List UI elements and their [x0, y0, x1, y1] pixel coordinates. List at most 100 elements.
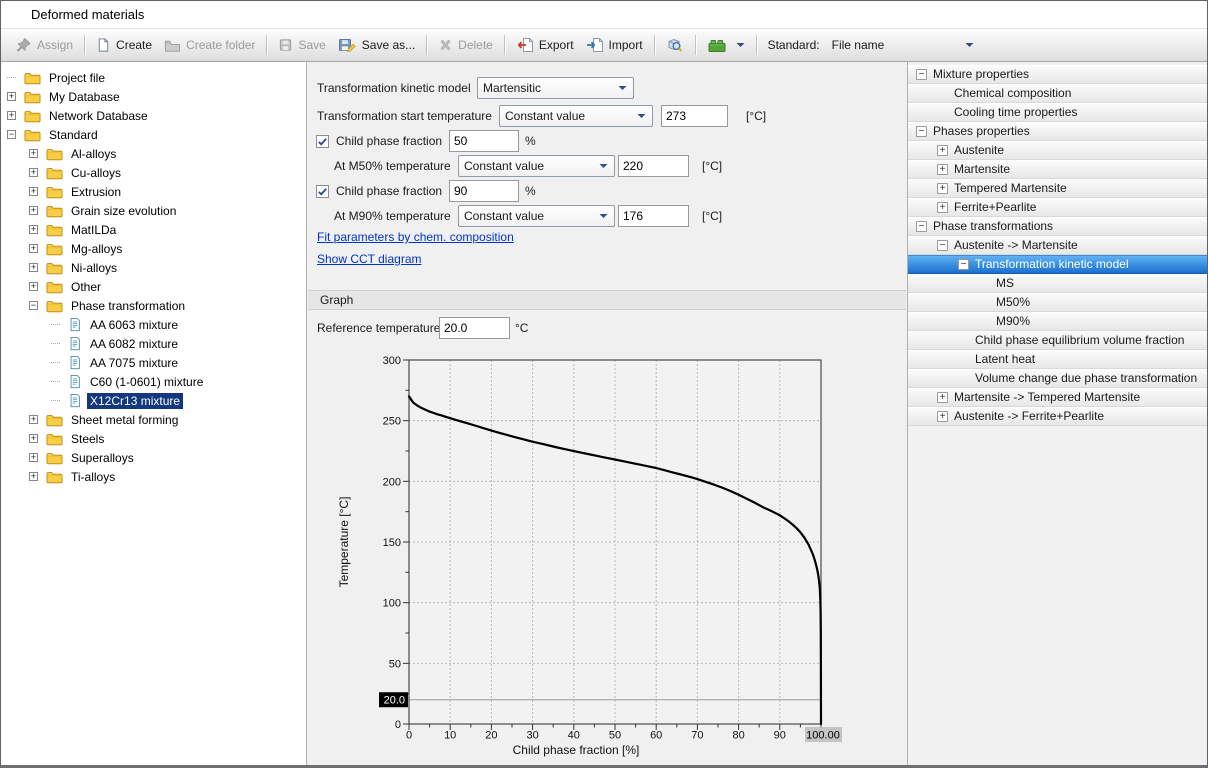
tree-item-cu-alloys[interactable]: +Cu-alloys — [1, 163, 306, 182]
tree-item-aa-7075-mixture[interactable]: AA 7075 mixture — [1, 353, 306, 372]
reference-temp-input[interactable] — [439, 317, 510, 339]
nav-item-transformation-kinetic-model[interactable]: −Transformation kinetic model — [908, 255, 1208, 274]
expand-plus-icon[interactable]: + — [29, 263, 38, 272]
folder-icon — [46, 413, 63, 427]
expand-plus-icon[interactable]: + — [29, 434, 38, 443]
tree-item-network-database[interactable]: +Network Database — [1, 106, 306, 125]
collapse-minus-icon[interactable]: − — [916, 221, 927, 232]
new-folder-button[interactable]: Create folder — [158, 35, 261, 56]
tree-item-c60-1-0601-mixture[interactable]: C60 (1-0601) mixture — [1, 372, 306, 391]
tree-item-sheet-metal-forming[interactable]: +Sheet metal forming — [1, 410, 306, 429]
nav-item-austenite[interactable]: +Austenite — [908, 141, 1208, 160]
expand-plus-icon[interactable]: + — [937, 202, 948, 213]
preview-button[interactable] — [660, 34, 690, 56]
nav-item-phases-properties[interactable]: −Phases properties — [908, 122, 1208, 141]
nav-item-martensite-tempered-martensite[interactable]: +Martensite -> Tempered Martensite — [908, 388, 1208, 407]
expand-plus-icon[interactable]: + — [29, 206, 38, 215]
nav-item-m50-[interactable]: M50% — [908, 293, 1208, 312]
tree-item-standard[interactable]: − Standard — [1, 125, 306, 144]
expand-plus-icon[interactable]: + — [937, 183, 948, 194]
child-phase-fraction-90-checkbox[interactable] — [316, 185, 329, 198]
tree-item-x12cr13-mixture[interactable]: X12Cr13 mixture — [1, 391, 306, 410]
tree-item-label: Extrusion — [68, 184, 124, 200]
kinetic-model-select[interactable]: Martensitic — [477, 77, 634, 99]
fit-parameters-link[interactable]: Fit parameters by chem. composition — [317, 230, 514, 244]
expand-plus-icon[interactable]: + — [7, 92, 16, 101]
nav-item-austenite-ferrite-pearlite[interactable]: +Austenite -> Ferrite+Pearlite — [908, 407, 1208, 426]
m50-temp-mode-select[interactable]: Constant value — [458, 155, 615, 177]
pin-button[interactable]: Assign — [9, 34, 79, 56]
expand-plus-icon[interactable]: + — [29, 225, 38, 234]
nav-item-ferrite-pearlite[interactable]: +Ferrite+Pearlite — [908, 198, 1208, 217]
tree-item-label: Standard — [46, 127, 101, 143]
m50-temp-input[interactable] — [618, 155, 689, 177]
nav-item-volume-change-due-phase-transformation[interactable]: Volume change due phase transformation — [908, 369, 1208, 388]
tree-item-other[interactable]: +Other — [1, 277, 306, 296]
tree-item-phase-transformation[interactable]: −Phase transformation — [1, 296, 306, 315]
save-button[interactable]: Save — [272, 34, 331, 56]
collapse-minus-icon[interactable]: − — [29, 301, 38, 310]
expand-plus-icon[interactable]: + — [29, 282, 38, 291]
expand-plus-icon[interactable]: + — [29, 149, 38, 158]
child-phase-fraction-50-checkbox[interactable] — [316, 135, 329, 148]
expand-plus-icon[interactable]: + — [29, 415, 38, 424]
expand-plus-icon[interactable]: + — [29, 472, 38, 481]
show-cct-diagram-link[interactable]: Show CCT diagram — [317, 252, 421, 266]
collapse-minus-icon[interactable]: − — [916, 69, 927, 80]
start-temp-label: Transformation start temperature — [317, 109, 499, 123]
tree-item-my-database[interactable]: +My Database — [1, 87, 306, 106]
m50-fraction-input[interactable] — [449, 130, 519, 152]
export-button[interactable]: Export — [510, 34, 580, 56]
collapse-minus-icon[interactable]: − — [7, 130, 16, 139]
import-button[interactable]: Import — [580, 34, 649, 56]
tree-item-superalloys[interactable]: +Superalloys — [1, 448, 306, 467]
nav-item-cooling-time-properties[interactable]: Cooling time properties — [908, 103, 1208, 122]
folder-icon — [24, 71, 41, 85]
nav-item-mixture-properties[interactable]: −Mixture properties — [908, 65, 1208, 84]
tree-item-extrusion[interactable]: + Extrusion — [1, 182, 306, 201]
nav-item-austenite-martensite[interactable]: −Austenite -> Martensite — [908, 236, 1208, 255]
tree-item-steels[interactable]: +Steels — [1, 429, 306, 448]
tree-item-aa-6063-mixture[interactable]: AA 6063 mixture — [1, 315, 306, 334]
nav-item-phase-transformations[interactable]: −Phase transformations — [908, 217, 1208, 236]
document-icon — [68, 336, 82, 351]
start-temp-input[interactable] — [661, 105, 728, 127]
collapse-minus-icon[interactable]: − — [916, 126, 927, 137]
collapse-minus-icon[interactable]: − — [958, 259, 969, 270]
material-brick-button[interactable] — [701, 35, 751, 56]
start-temp-mode-select[interactable]: Constant value — [499, 105, 653, 127]
nav-item-martensite[interactable]: +Martensite — [908, 160, 1208, 179]
nav-item-chemical-composition[interactable]: Chemical composition — [908, 84, 1208, 103]
standard-file-select[interactable]: File name — [828, 36, 978, 54]
nav-item-tempered-martensite[interactable]: +Tempered Martensite — [908, 179, 1208, 198]
save-as-button[interactable]: Save as... — [332, 34, 421, 56]
tree-item-grain-size-evolution[interactable]: +Grain size evolution — [1, 201, 306, 220]
nav-item-ms[interactable]: MS — [908, 274, 1208, 293]
expand-plus-icon[interactable]: + — [29, 244, 38, 253]
nav-item-latent-heat[interactable]: Latent heat — [908, 350, 1208, 369]
tree-item-project-file[interactable]: Project file — [1, 68, 306, 87]
delete-button[interactable]: Delete — [432, 34, 499, 56]
tree-item-matilda[interactable]: +MatILDa — [1, 220, 306, 239]
expand-plus-icon[interactable]: + — [29, 187, 38, 196]
expand-plus-icon[interactable]: + — [937, 411, 948, 422]
expand-plus-icon[interactable]: + — [29, 168, 38, 177]
m90-fraction-input[interactable] — [449, 180, 519, 202]
new-document-button[interactable]: Create — [90, 34, 158, 56]
tree-item-ni-alloys[interactable]: +Ni-alloys — [1, 258, 306, 277]
collapse-minus-icon[interactable]: − — [937, 240, 948, 251]
expand-plus-icon[interactable]: + — [29, 453, 38, 462]
expand-plus-icon[interactable]: + — [937, 145, 948, 156]
m90-temp-input[interactable] — [618, 205, 689, 227]
expand-plus-icon[interactable]: + — [7, 111, 16, 120]
toolbar-separator — [654, 35, 655, 55]
tree-item-mg-alloys[interactable]: +Mg-alloys — [1, 239, 306, 258]
expand-plus-icon[interactable]: + — [937, 164, 948, 175]
nav-item-child-phase-equilibrium-volume-fraction[interactable]: Child phase equilibrium volume fraction — [908, 331, 1208, 350]
expand-plus-icon[interactable]: + — [937, 392, 948, 403]
m90-temp-mode-select[interactable]: Constant value — [458, 205, 615, 227]
nav-item-m90-[interactable]: M90% — [908, 312, 1208, 331]
tree-item-al-alloys[interactable]: +Al-alloys — [1, 144, 306, 163]
tree-item-ti-alloys[interactable]: +Ti-alloys — [1, 467, 306, 486]
tree-item-aa-6082-mixture[interactable]: AA 6082 mixture — [1, 334, 306, 353]
